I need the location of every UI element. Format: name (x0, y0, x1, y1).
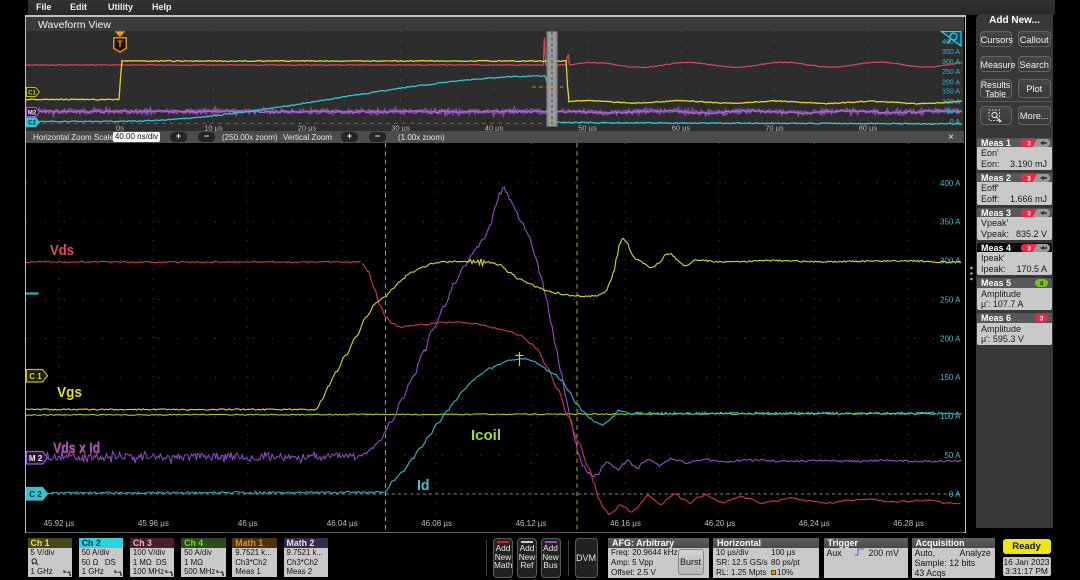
svg-text:250 A: 250 A (942, 69, 960, 76)
svg-text:20 µs: 20 µs (298, 123, 317, 131)
svg-text:150 A: 150 A (940, 373, 961, 382)
svg-text:30 µs: 30 µs (391, 123, 410, 131)
svg-text:46.12 µs: 46.12 µs (516, 519, 547, 528)
svg-text:45.92 µs: 45.92 µs (44, 519, 75, 528)
svg-text:3: 3 (1027, 140, 1031, 147)
svg-text:0 A: 0 A (949, 490, 961, 499)
svg-text:T: T (117, 38, 123, 48)
svg-text:3: 3 (1027, 245, 1031, 252)
svg-text:4: 4 (1040, 280, 1044, 287)
svg-text:150 A: 150 A (942, 88, 960, 95)
svg-text:Icoil: Icoil (471, 427, 501, 444)
svg-text:40 µs: 40 µs (485, 123, 504, 131)
svg-text:250 A: 250 A (940, 295, 961, 304)
svg-text:Vgs: Vgs (57, 384, 82, 401)
svg-text:46.16 µs: 46.16 µs (610, 519, 641, 528)
svg-text:50 µs: 50 µs (578, 123, 597, 131)
svg-text:C1: C1 (28, 90, 36, 96)
svg-text:80 µs: 80 µs (859, 123, 878, 131)
svg-text:300 A: 300 A (942, 59, 960, 66)
svg-text:C 2: C 2 (29, 490, 42, 499)
svg-text:0s: 0s (116, 123, 124, 131)
svg-text:100 A: 100 A (942, 98, 960, 105)
svg-text:400 A: 400 A (940, 179, 961, 188)
svg-text:M2: M2 (28, 110, 37, 116)
svg-text:46.24 µs: 46.24 µs (799, 519, 830, 528)
svg-text:70 µs: 70 µs (765, 123, 784, 131)
svg-text:46.20 µs: 46.20 µs (704, 519, 735, 528)
svg-text:200 A: 200 A (940, 334, 961, 343)
svg-text:0 A: 0 A (950, 119, 960, 126)
svg-text:46 µs: 46 µs (238, 519, 258, 528)
svg-text:3: 3 (1027, 210, 1031, 217)
svg-text:350 A: 350 A (942, 48, 960, 55)
svg-text:Vds: Vds (50, 242, 74, 259)
svg-text:45.96 µs: 45.96 µs (138, 519, 169, 528)
svg-text:350 A: 350 A (940, 218, 961, 227)
svg-text:60 µs: 60 µs (672, 123, 691, 131)
svg-text:200 A: 200 A (942, 79, 960, 86)
svg-text:M 2: M 2 (29, 454, 43, 463)
svg-text:46.08 µs: 46.08 µs (421, 519, 452, 528)
svg-text:Vds x Id: Vds x Id (53, 439, 100, 456)
svg-text:46.28 µs: 46.28 µs (893, 519, 924, 528)
svg-text:300 A: 300 A (940, 257, 961, 266)
svg-text:C2: C2 (28, 120, 36, 126)
svg-text:10 µs: 10 µs (204, 123, 223, 131)
svg-text:3: 3 (1040, 315, 1044, 322)
svg-text:Id: Id (417, 477, 430, 494)
svg-text:46.04 µs: 46.04 µs (327, 519, 358, 528)
svg-text:3: 3 (1027, 175, 1031, 182)
svg-text:50 A: 50 A (946, 108, 960, 115)
svg-text:50 A: 50 A (944, 451, 961, 460)
svg-text:C 1: C 1 (29, 372, 42, 381)
